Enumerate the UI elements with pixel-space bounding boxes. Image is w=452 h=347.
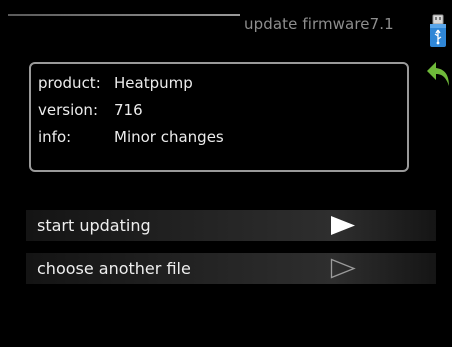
- play-arrow-icon: [331, 216, 355, 235]
- version-label: version:: [38, 101, 98, 119]
- product-label: product:: [38, 74, 101, 92]
- start-updating-label: start updating: [37, 216, 151, 235]
- product-value: Heatpump: [114, 74, 193, 92]
- info-row-version: version: 716: [38, 101, 143, 119]
- version-value: 716: [114, 101, 143, 119]
- info-row-product: product: Heatpump: [38, 74, 193, 92]
- info-value: Minor changes: [114, 128, 224, 146]
- header-divider: [8, 14, 240, 16]
- firmware-info-panel: product: Heatpump version: 716 info: Minor …: [29, 62, 409, 172]
- choose-another-file-button[interactable]: choose another file: [26, 253, 436, 284]
- info-row-info: info: Minor changes: [38, 128, 224, 146]
- back-arrow-icon[interactable]: [425, 58, 451, 88]
- usb-stick-icon: [430, 14, 446, 47]
- choose-another-file-label: choose another file: [37, 259, 191, 278]
- play-arrow-outline-icon: [330, 258, 356, 279]
- info-label: info:: [38, 128, 72, 146]
- start-updating-button[interactable]: start updating: [26, 210, 436, 241]
- page-title: update firmware7.1: [244, 15, 394, 33]
